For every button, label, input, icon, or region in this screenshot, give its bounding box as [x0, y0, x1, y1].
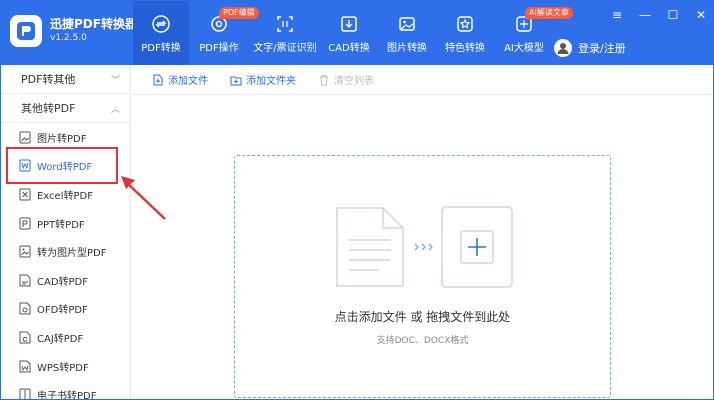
- chevrons-right-icon: [414, 243, 433, 251]
- caj-file-icon: [19, 331, 31, 344]
- maximize-icon[interactable]: ☐: [665, 7, 681, 23]
- tab-pdf-convert[interactable]: PDF转换: [133, 1, 189, 65]
- sidebar-item-wps-to-pdf[interactable]: WPS转PDF: [1, 352, 130, 381]
- sidebar-item-label: OFD转PDF: [37, 305, 88, 317]
- minimize-icon[interactable]: —: [637, 7, 653, 23]
- add-folder-button[interactable]: 添加文件夹: [230, 72, 296, 87]
- sidebar-item-excel-to-pdf[interactable]: Excel转PDF: [1, 180, 130, 209]
- tab-label: PDF转换: [141, 43, 181, 54]
- wps-file-icon: [19, 360, 31, 373]
- file-toolbar: 添加文件 添加文件夹 清空列表: [132, 65, 713, 95]
- app-version: v1.2.5.0: [50, 33, 87, 43]
- tab-cad-convert[interactable]: CAD转换: [321, 1, 377, 65]
- scan-text-icon: [277, 16, 293, 32]
- tab-image-convert[interactable]: 图片转换: [377, 1, 437, 65]
- trash-icon: [320, 74, 328, 85]
- tab-label: PDF操作: [199, 43, 239, 54]
- tab-ocr[interactable]: 文字/票证识别: [249, 1, 321, 65]
- clear-list-label: 清空列表: [334, 76, 374, 87]
- ebook-file-icon: [19, 388, 31, 399]
- image-icon: [399, 17, 415, 31]
- star-icon: [457, 16, 473, 32]
- annotation-arrow-icon: [121, 176, 166, 220]
- cad-icon: [341, 16, 357, 32]
- sidebar-item-label: WPS转PDF: [37, 362, 89, 374]
- sidebar-item-label: 电子书转PDF: [37, 391, 97, 400]
- add-folder-icon: [230, 76, 242, 85]
- login-label: 登录/注册: [578, 42, 626, 55]
- add-file-placeholder-icon: [441, 206, 513, 288]
- app-name: 迅捷PDF转换器: [50, 17, 137, 31]
- sidebar-item-cad-to-pdf[interactable]: CAD转PDF: [1, 266, 130, 295]
- ppt-file-icon: [19, 217, 31, 230]
- dropzone-main-text: 点击添加文件 或 拖拽文件到此处: [334, 310, 511, 324]
- add-file-icon: [153, 74, 163, 85]
- section-label: 其他转PDF: [21, 102, 76, 115]
- tab-ai-model[interactable]: AI解读文章 AI大模型: [493, 1, 573, 65]
- ai-article-badge: AI解读文章: [525, 7, 573, 19]
- tab-pdf-operate[interactable]: PDF编辑 PDF操作: [189, 1, 259, 65]
- sidebar-item-caj-to-pdf[interactable]: CAJ转PDF: [1, 323, 130, 352]
- ofd-file-icon: [19, 302, 31, 315]
- sidebar-item-to-image-pdf[interactable]: 转为图片型PDF: [1, 237, 130, 266]
- add-file-button[interactable]: 添加文件: [152, 72, 208, 87]
- clear-list-button[interactable]: 清空列表: [318, 72, 374, 87]
- section-label: PDF转其他: [21, 73, 76, 86]
- excel-file-icon: [19, 188, 31, 201]
- app-logo-icon: [10, 15, 42, 47]
- menu-icon[interactable]: ≡: [609, 7, 625, 23]
- window-controls: ≡ — ☐ ✕: [609, 7, 709, 23]
- brand: 迅捷PDF转换器 v1.2.5.0: [10, 15, 137, 47]
- tab-label: 文字/票证识别: [253, 43, 317, 54]
- tab-label: 特色转换: [445, 43, 485, 54]
- sidebar-item-label: 转为图片型PDF: [37, 248, 107, 260]
- image-file-icon: [19, 131, 31, 144]
- tab-special-convert[interactable]: 特色转换: [437, 1, 493, 65]
- sidebar-item-label: CAJ转PDF: [37, 333, 84, 345]
- login-button[interactable]: 登录/注册: [554, 39, 626, 57]
- chevron-down-icon: ﹀: [110, 75, 120, 86]
- sidebar-item-label: 图片转PDF: [37, 133, 87, 145]
- sidebar-item-label: PPT转PDF: [37, 219, 85, 231]
- section-pdf-to-other[interactable]: PDF转其他 ﹀: [1, 65, 130, 94]
- dropzone-format-hint: 支持DOC、DOCX格式: [376, 336, 469, 346]
- sidebar-item-label: Excel转PDF: [37, 190, 93, 202]
- tab-label: 图片转换: [387, 43, 427, 54]
- sidebar-item-ppt-to-pdf[interactable]: PPT转PDF: [1, 209, 130, 238]
- sidebar: PDF转其他 ﹀ 其他转PDF ︿ 图片转PDF Word转PDF Excel转…: [1, 65, 131, 400]
- document-icon: [336, 207, 404, 287]
- main-nav: PDF转换 PDF编辑 PDF操作 文字/票证识别 CAD转换 图片转换 特色转…: [133, 1, 573, 65]
- avatar-icon: [554, 39, 572, 57]
- chevron-up-icon: ︿: [110, 104, 120, 115]
- exchange-icon: [152, 15, 170, 33]
- section-other-to-pdf[interactable]: 其他转PDF ︿: [1, 94, 130, 123]
- annotation-highlight-box: [6, 147, 118, 184]
- sidebar-item-ofd-to-pdf[interactable]: OFD转PDF: [1, 295, 130, 324]
- app-window: 迅捷PDF转换器 v1.2.5.0 PDF转换 PDF编辑 PDF操作 文字/票…: [0, 0, 714, 400]
- tab-label: CAD转换: [328, 43, 370, 54]
- sidebar-item-label: CAD转PDF: [37, 276, 89, 288]
- image-pdf-icon: [19, 245, 31, 258]
- file-drop-zone[interactable]: 点击添加文件 或 拖拽文件到此处 支持DOC、DOCX格式: [234, 155, 611, 398]
- add-folder-label: 添加文件夹: [246, 76, 296, 87]
- top-bar: 迅捷PDF转换器 v1.2.5.0 PDF转换 PDF编辑 PDF操作 文字/票…: [1, 1, 713, 65]
- close-icon[interactable]: ✕: [693, 7, 709, 23]
- sidebar-item-ebook-to-pdf[interactable]: 电子书转PDF: [1, 380, 130, 400]
- cad-file-icon: [19, 274, 31, 287]
- add-file-label: 添加文件: [168, 76, 208, 87]
- tab-label: AI大模型: [504, 43, 544, 54]
